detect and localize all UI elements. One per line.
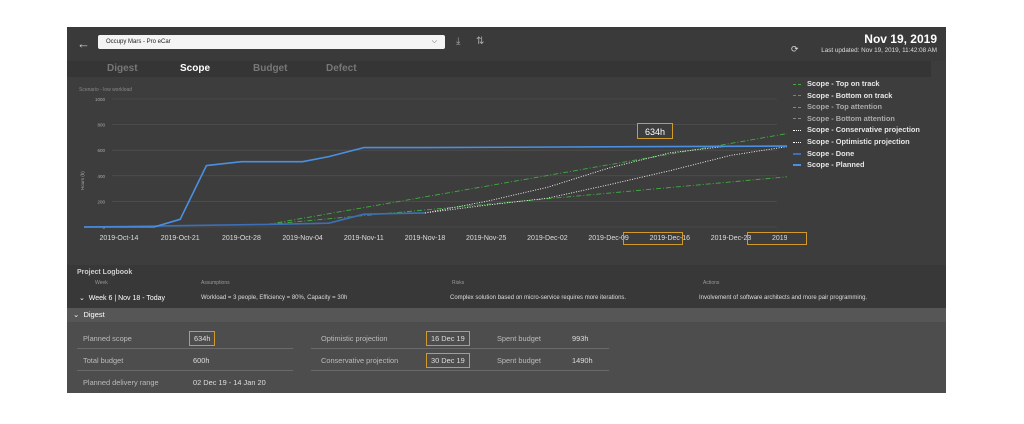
legend-item[interactable]: Scope - Top on track (793, 79, 943, 91)
planned-scope-value: 634h (189, 331, 216, 346)
divider (311, 348, 609, 349)
y-tick-label: 200 (97, 199, 105, 204)
divider (77, 370, 293, 371)
conservative-value: 30 Dec 19 (426, 353, 470, 368)
tab-bar: Digest Scope Budget Defect (67, 61, 931, 77)
highlight-dec30 (747, 232, 807, 245)
sliders-icon[interactable]: ⇅ (476, 36, 484, 47)
digest-header[interactable]: ⌄ Digest (67, 308, 946, 322)
logbook-header-week: Week (95, 280, 108, 286)
highlight-dec16 (623, 232, 683, 245)
chart-legend: Scope - Top on track Scope - Bottom on t… (793, 79, 943, 172)
chevron-down-icon: ⌵ (431, 38, 437, 45)
x-tick-label: 2019-Dec-02 (527, 235, 568, 242)
logbook-title: Project Logbook (77, 269, 133, 276)
divider (311, 370, 609, 371)
conservative-label: Conservative projection (321, 356, 399, 365)
y-tick-label: 800 (97, 123, 105, 128)
project-logbook: Project Logbook Week Assumptions Risks A… (67, 265, 946, 308)
y-tick-label: 600 (97, 148, 105, 153)
logbook-week-row[interactable]: ⌄ Week 6 | Nov 18 - Today (79, 294, 165, 302)
spent-budget-label: Spent budget (497, 334, 541, 343)
legend-item[interactable]: Scope - Planned (793, 160, 943, 172)
optimistic-value: 16 Dec 19 (426, 331, 470, 346)
series-line (84, 145, 787, 228)
arrow-left-icon[interactable]: ← (77, 36, 90, 51)
planned-scope-label: Planned scope (83, 334, 132, 343)
legend-item[interactable]: Scope - Optimistic projection (793, 137, 943, 149)
logbook-actions: Involvement of software architects and m… (699, 295, 868, 301)
legend-item[interactable]: Scope - Top attention (793, 102, 943, 114)
project-select-value: Occupy Mars - Pro eCar (106, 39, 171, 45)
logbook-header-risks: Risks (452, 280, 465, 286)
logbook-assumptions: Workload = 3 people, Efficiency = 80%, C… (201, 295, 348, 301)
spent-budget-value: 993h (572, 334, 589, 343)
delivery-range-value: 02 Dec 19 - 14 Jan 20 (193, 378, 266, 387)
x-tick-label: 2019-Oct-21 (161, 235, 200, 242)
tab-digest[interactable]: Digest (107, 63, 138, 74)
digest-panel: ⌄ Digest Planned scope 634h Total budget… (67, 308, 946, 393)
total-budget-value: 600h (193, 356, 210, 365)
spent-budget-label: Spent budget (497, 356, 541, 365)
legend-item[interactable]: Scope - Bottom on track (793, 91, 943, 103)
x-tick-label: 2019-Oct-14 (100, 235, 139, 242)
spent-budget-value: 1490h (572, 356, 593, 365)
optimistic-label: Optimistic projection (321, 334, 388, 343)
top-bar: ← Occupy Mars - Pro eCar ⌵ ⤓ ⇅ ⟳ Nov 19,… (67, 27, 946, 61)
logbook-risks: Complex solution based on micro-service … (450, 295, 627, 301)
tab-defect[interactable]: Defect (326, 63, 357, 74)
legend-item[interactable]: Scope - Bottom attention (793, 114, 943, 126)
series-line (424, 145, 732, 214)
x-tick-label: 2019-Nov-11 (344, 235, 384, 242)
logbook-header-assumptions: Assumptions (201, 280, 230, 286)
logbook-header-actions: Actions (703, 280, 720, 286)
refresh-icon[interactable]: ⟳ (791, 44, 799, 55)
project-select[interactable]: Occupy Mars - Pro eCar ⌵ (98, 35, 445, 49)
x-tick-label: 2019-Nov-25 (466, 235, 507, 242)
series-line (267, 133, 787, 225)
x-tick-label: 2019-Nov-18 (405, 235, 446, 242)
tab-budget[interactable]: Budget (253, 63, 287, 74)
scope-annotation: 634h (637, 123, 673, 139)
x-tick-label: 2019-Oct-28 (222, 235, 261, 242)
current-date: Nov 19, 2019 (864, 32, 937, 46)
x-tick-label: 2019-Nov-04 (282, 235, 323, 242)
series-line (83, 212, 426, 228)
last-updated: Last updated: Nov 19, 2019, 11:42:08 AM (821, 47, 937, 54)
legend-item[interactable]: Scope - Conservative projection (793, 125, 943, 137)
download-icon[interactable]: ⤓ (456, 36, 460, 47)
app-window: ← Occupy Mars - Pro eCar ⌵ ⤓ ⇅ ⟳ Nov 19,… (67, 27, 946, 393)
delivery-range-label: Planned delivery range (83, 378, 159, 387)
tab-scope[interactable]: Scope (180, 63, 210, 74)
y-axis-label: Hours (h) (80, 171, 85, 190)
legend-item[interactable]: Scope - Done (793, 149, 943, 161)
y-tick-label: 1000 (95, 97, 106, 102)
divider (77, 348, 293, 349)
total-budget-label: Total budget (83, 356, 124, 365)
y-tick-label: 400 (97, 174, 105, 179)
x-tick-label: 2019-Dec-23 (711, 235, 752, 242)
